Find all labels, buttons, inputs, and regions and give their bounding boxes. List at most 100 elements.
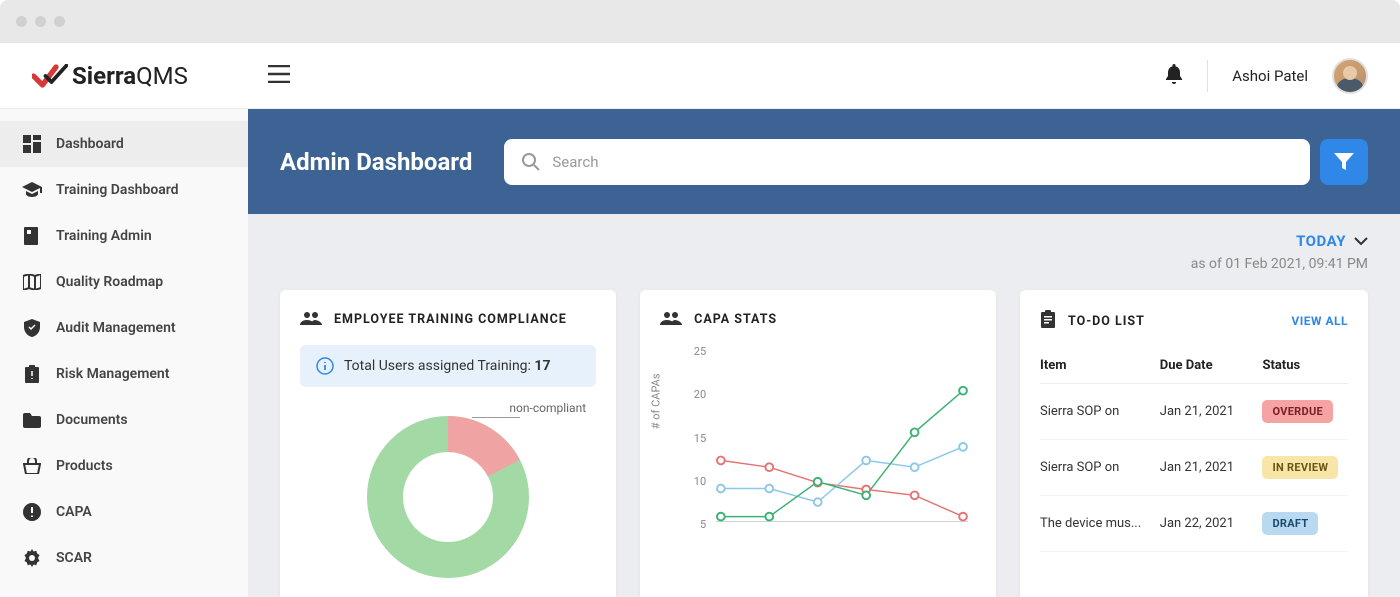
sidebar-item-scar[interactable]: SCAR bbox=[0, 535, 248, 581]
hamburger-icon bbox=[268, 65, 290, 83]
banner-text: Total Users assigned Training: bbox=[344, 358, 534, 374]
status-badge: OVERDUE bbox=[1262, 400, 1333, 423]
map-icon bbox=[22, 272, 42, 292]
window-dot bbox=[54, 16, 65, 27]
sidebar: Dashboard Training Dashboard Training Ad… bbox=[0, 109, 248, 597]
card-title: CAPA STATS bbox=[694, 312, 777, 327]
row-item: The device mus... bbox=[1040, 516, 1160, 531]
content-area: Admin Dashboard TODAY as of 01 Feb 2021,… bbox=[248, 109, 1400, 597]
sidebar-item-risk[interactable]: Risk Management bbox=[0, 351, 248, 397]
banner-count: 17 bbox=[534, 358, 550, 374]
brand-logo: SierraQMS bbox=[32, 62, 188, 90]
capa-line-chart: # of CAPAs 25 20 15 10 5 bbox=[660, 345, 976, 545]
y-axis-label: # of CAPAs bbox=[650, 373, 663, 429]
alert-circle-icon bbox=[22, 502, 42, 522]
people-icon bbox=[660, 310, 682, 329]
col-status: Status bbox=[1262, 358, 1348, 373]
date-selector[interactable]: TODAY bbox=[248, 214, 1400, 256]
username-label: Ashoi Patel bbox=[1232, 67, 1308, 85]
page-title: Admin Dashboard bbox=[280, 148, 472, 176]
gear-icon bbox=[22, 548, 42, 568]
search-input[interactable] bbox=[552, 153, 1292, 171]
col-item: Item bbox=[1040, 358, 1160, 373]
sidebar-item-capa[interactable]: CAPA bbox=[0, 489, 248, 535]
sidebar-item-label: Quality Roadmap bbox=[56, 274, 163, 290]
menu-toggle-button[interactable] bbox=[268, 65, 290, 87]
y-tick: 5 bbox=[688, 518, 706, 531]
sidebar-item-training-admin[interactable]: Training Admin bbox=[0, 213, 248, 259]
noncompliant-label: non-compliant bbox=[509, 401, 586, 415]
brand-name-2: QMS bbox=[136, 62, 188, 90]
filter-button[interactable] bbox=[1320, 139, 1368, 185]
logo-check-icon bbox=[32, 64, 68, 88]
clipboard-icon bbox=[1040, 310, 1056, 332]
sidebar-item-label: Audit Management bbox=[56, 320, 176, 336]
page-header: Admin Dashboard bbox=[248, 109, 1400, 214]
y-tick: 25 bbox=[688, 345, 706, 358]
sidebar-item-label: Documents bbox=[56, 412, 128, 428]
browser-chrome bbox=[0, 0, 1400, 43]
window-dot bbox=[16, 16, 27, 27]
sidebar-item-label: Risk Management bbox=[56, 366, 169, 382]
todo-table: Item Due Date Status Sierra SOP on Jan 2… bbox=[1040, 348, 1348, 552]
row-due: Jan 21, 2021 bbox=[1160, 460, 1263, 475]
people-icon bbox=[300, 310, 322, 329]
todo-card: TO-DO LIST VIEW ALL Item Due Date Status… bbox=[1020, 290, 1368, 597]
row-item: Sierra SOP on bbox=[1040, 404, 1160, 419]
y-tick: 20 bbox=[688, 388, 706, 401]
training-count-banner: Total Users assigned Training: 17 bbox=[300, 345, 596, 387]
notifications-button[interactable] bbox=[1165, 64, 1183, 88]
asof-timestamp: as of 01 Feb 2021, 09:41 PM bbox=[248, 256, 1400, 290]
y-tick: 15 bbox=[688, 432, 706, 445]
dashboard-icon bbox=[22, 134, 42, 154]
window-dot bbox=[35, 16, 46, 27]
compliance-donut-chart bbox=[348, 407, 548, 587]
clipboard-icon bbox=[22, 364, 42, 384]
sidebar-item-label: Training Admin bbox=[56, 228, 152, 244]
row-item: Sierra SOP on bbox=[1040, 460, 1160, 475]
info-icon bbox=[316, 357, 334, 375]
sidebar-item-audit[interactable]: Audit Management bbox=[0, 305, 248, 351]
user-avatar[interactable] bbox=[1332, 58, 1368, 94]
sidebar-item-documents[interactable]: Documents bbox=[0, 397, 248, 443]
table-row[interactable]: The device mus... Jan 22, 2021 DRAFT bbox=[1040, 496, 1348, 552]
sidebar-item-products[interactable]: Products bbox=[0, 443, 248, 489]
sidebar-item-label: Training Dashboard bbox=[56, 182, 179, 198]
card-title: EMPLOYEE TRAINING COMPLIANCE bbox=[334, 312, 567, 327]
shield-icon bbox=[22, 318, 42, 338]
sidebar-item-label: SCAR bbox=[56, 550, 92, 566]
graduation-icon bbox=[22, 180, 42, 200]
table-row[interactable]: Sierra SOP on Jan 21, 2021 OVERDUE bbox=[1040, 384, 1348, 440]
header-divider bbox=[1207, 60, 1208, 92]
filter-icon bbox=[1334, 153, 1354, 171]
search-icon bbox=[522, 153, 540, 171]
folder-icon bbox=[22, 410, 42, 430]
status-badge: DRAFT bbox=[1262, 512, 1318, 535]
capa-stats-card: CAPA STATS # of CAPAs 25 20 15 10 5 bbox=[640, 290, 996, 597]
label-line bbox=[472, 417, 520, 418]
sidebar-item-label: Products bbox=[56, 458, 113, 474]
y-axis: 25 20 15 10 5 bbox=[688, 345, 706, 531]
row-due: Jan 21, 2021 bbox=[1160, 404, 1263, 419]
sidebar-item-label: Dashboard bbox=[56, 136, 124, 152]
chevron-down-icon bbox=[1354, 237, 1368, 245]
table-row[interactable]: Sierra SOP on Jan 21, 2021 IN REVIEW bbox=[1040, 440, 1348, 496]
bell-icon bbox=[1165, 64, 1183, 84]
brand-name-1: Sierra bbox=[72, 62, 136, 90]
table-header: Item Due Date Status bbox=[1040, 348, 1348, 384]
col-due: Due Date bbox=[1160, 358, 1263, 373]
y-tick: 10 bbox=[688, 475, 706, 488]
sidebar-item-label: CAPA bbox=[56, 504, 92, 520]
compliance-card: EMPLOYEE TRAINING COMPLIANCE Total Users… bbox=[280, 290, 616, 597]
row-due: Jan 22, 2021 bbox=[1160, 516, 1263, 531]
sidebar-item-quality-roadmap[interactable]: Quality Roadmap bbox=[0, 259, 248, 305]
sidebar-item-training-dashboard[interactable]: Training Dashboard bbox=[0, 167, 248, 213]
today-label: TODAY bbox=[1296, 232, 1346, 250]
line-plot bbox=[716, 349, 968, 523]
card-title: TO-DO LIST bbox=[1068, 314, 1145, 329]
status-badge: IN REVIEW bbox=[1262, 456, 1338, 479]
sidebar-item-dashboard[interactable]: Dashboard bbox=[0, 121, 248, 167]
search-box[interactable] bbox=[504, 139, 1310, 185]
view-all-link[interactable]: VIEW ALL bbox=[1291, 314, 1348, 328]
book-icon bbox=[22, 226, 42, 246]
